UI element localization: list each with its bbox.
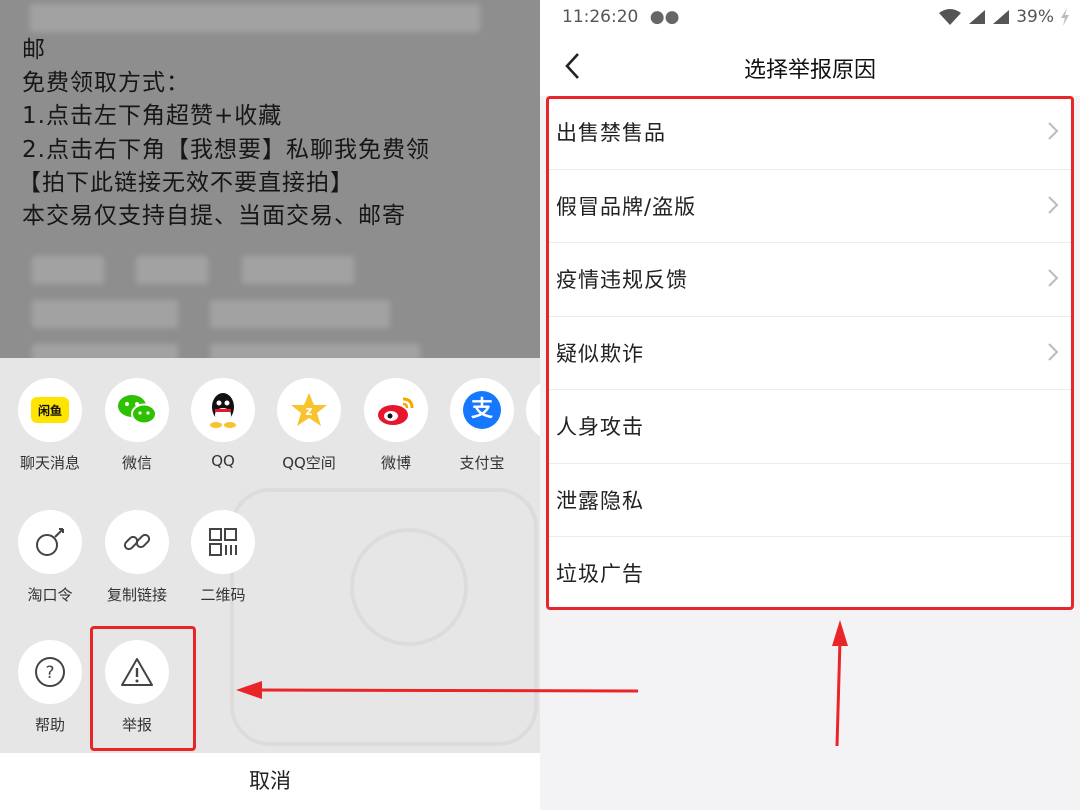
navigation-bar: 选择举报原因	[540, 36, 1080, 96]
description-line: 2.点击右下角【我想要】私聊我免费领	[22, 137, 430, 163]
charging-icon	[1061, 8, 1069, 26]
blurred-text	[30, 4, 480, 32]
blurred-text	[32, 300, 178, 328]
share-label: 支付宝	[459, 454, 505, 472]
share-label: QQ	[211, 452, 235, 470]
share-label: 淘口令	[27, 586, 73, 604]
qzone-icon: z	[277, 378, 341, 442]
share-label: 复制链接	[106, 586, 167, 604]
share-sheet: 闲鱼 聊天消息 微信 QQ z QQ空间 微博 支 支付宝 淘口令 复制链接 二…	[0, 358, 540, 753]
share-label: 聊天消息	[19, 454, 80, 472]
signal-icon	[993, 10, 1010, 24]
background-image	[350, 528, 468, 646]
share-wechat[interactable]: 微信	[94, 378, 180, 473]
svg-text:z: z	[306, 404, 313, 418]
share-weibo[interactable]: 微博	[353, 378, 439, 473]
taokouling-icon	[18, 510, 82, 574]
description-line: 【拍下此链接无效不要直接拍】	[18, 170, 354, 196]
description-line: 邮	[22, 37, 46, 63]
signal-icon	[969, 10, 986, 24]
share-label: 微博	[380, 454, 411, 472]
blurred-text	[210, 300, 390, 328]
share-help[interactable]: ? 帮助	[7, 640, 93, 735]
partial-icon	[526, 378, 540, 442]
alipay-icon: 支	[450, 378, 514, 442]
page-title: 选择举报原因	[743, 58, 876, 83]
share-qrcode[interactable]: 二维码	[180, 510, 266, 605]
blurred-text	[32, 256, 104, 284]
share-qq[interactable]: QQ	[180, 378, 266, 470]
share-copy-link[interactable]: 复制链接	[94, 510, 180, 605]
wifi-icon	[939, 9, 962, 25]
blurred-text	[136, 256, 208, 284]
qrcode-icon	[191, 510, 255, 574]
share-taokouling[interactable]: 淘口令	[7, 510, 93, 605]
link-icon	[105, 510, 169, 574]
blurred-text	[242, 256, 354, 284]
cancel-button[interactable]: 取消	[0, 753, 540, 810]
share-label: QQ空间	[282, 454, 336, 472]
share-screen: 邮 免费领取方式： 1.点击左下角超赞+收藏 2.点击右下角【我想要】私聊我免费…	[0, 0, 540, 810]
share-qzone[interactable]: z QQ空间	[266, 378, 352, 473]
reason-list-highlight-box	[546, 96, 1074, 610]
share-label: 二维码	[200, 586, 246, 604]
wechat-icon	[105, 378, 169, 442]
share-label: 帮助	[34, 716, 65, 734]
item-description: 邮 免费领取方式： 1.点击左下角超赞+收藏 2.点击右下角【我想要】私聊我免费…	[0, 0, 540, 365]
share-chat-message[interactable]: 闲鱼 聊天消息	[7, 378, 93, 473]
report-reason-screen: 11:26:20 ●● 39% 选择举报原因 出售禁售品 假冒品牌/盗版 疫情违…	[540, 0, 1080, 810]
share-label: 微信	[121, 454, 152, 472]
wechat-notification-icon: ●●	[649, 7, 680, 27]
status-time: 11:26:20 ●●	[562, 7, 679, 27]
status-bar: 11:26:20 ●● 39%	[540, 0, 1080, 36]
qq-icon	[191, 378, 255, 442]
battery-text: 39%	[1016, 7, 1054, 27]
description-line: 免费领取方式：	[22, 70, 190, 96]
status-icons: 39%	[938, 7, 1070, 27]
time-text: 11:26:20	[562, 7, 639, 27]
xianyu-icon: 闲鱼	[18, 378, 82, 442]
share-alipay[interactable]: 支 支付宝	[439, 378, 525, 473]
weibo-icon	[364, 378, 428, 442]
svg-text:?: ?	[45, 663, 54, 683]
xianyu-logo-text: 闲鱼	[31, 397, 69, 423]
description-line: 本交易仅支持自提、当面交易、邮寄	[22, 203, 406, 229]
share-more-partial[interactable]	[526, 378, 540, 442]
description-line: 1.点击左下角超赞+收藏	[22, 103, 283, 129]
report-highlight-box	[90, 626, 196, 751]
help-icon: ?	[18, 640, 82, 704]
